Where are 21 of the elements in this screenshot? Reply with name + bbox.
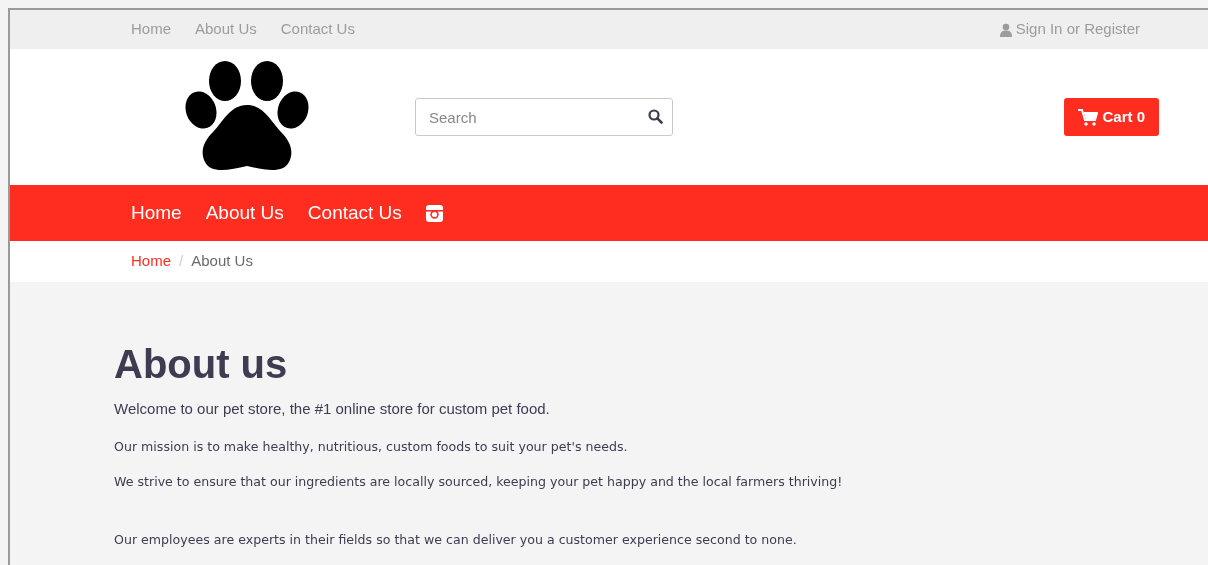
cart-icon <box>1078 108 1099 126</box>
search-field[interactable]: Search <box>415 98 673 136</box>
body-text: We strive to ensure that our ingredients are locally sourced, keeping your pet happy and the local farmers thriving! <box>114 473 844 492</box>
search-icon[interactable] <box>648 109 663 124</box>
nav-link-text[interactable]: About Us <box>195 18 257 41</box>
nav-link-text[interactable]: About Us <box>205 198 284 228</box>
body-text: Our employees are experts in their fields so that we can deliver you a customer experience second to none. <box>114 531 798 550</box>
nav-link-text[interactable]: Contact Us <box>280 18 355 41</box>
nav-link-text[interactable]: Home <box>131 198 182 228</box>
page-heading: About us <box>114 341 289 388</box>
sign-in-link[interactable]: Sign In or Register <box>999 18 1140 41</box>
nav-link-text[interactable]: Home <box>131 18 171 41</box>
user-icon <box>999 22 1012 37</box>
breadcrumb-separator: / <box>179 251 184 272</box>
nav-link-text[interactable]: Contact Us <box>307 198 402 228</box>
instagram-icon[interactable] <box>425 204 443 222</box>
breadcrumb-current: About Us <box>191 251 253 272</box>
body-text: Our mission is to make healthy, nutritious, custom foods to suit your pet's needs. <box>114 437 629 456</box>
intro-text: Welcome to our pet store, the #1 online store for custom pet food. <box>114 399 551 419</box>
breadcrumb-link[interactable]: Home <box>131 250 171 273</box>
cart-button[interactable]: Cart 0 <box>1064 98 1159 136</box>
